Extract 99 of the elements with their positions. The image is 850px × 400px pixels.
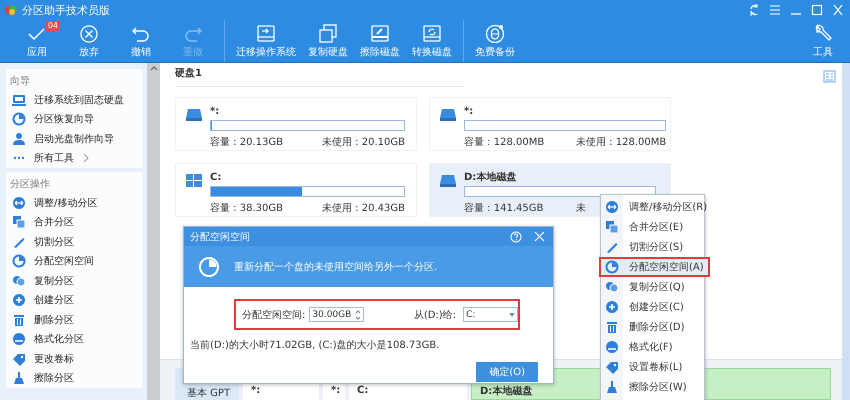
pie-icon <box>198 256 220 278</box>
copy-disk-icon <box>317 23 339 43</box>
toolbar-button[interactable]: 复制硬盘 <box>305 20 351 62</box>
toolbar-button[interactable]: 免费备份 <box>472 20 518 62</box>
add-icon <box>605 300 619 314</box>
dialog-title: 分配空闲空间 <box>190 230 250 244</box>
drive-icon <box>440 108 456 121</box>
tools-button[interactable]: 工具 <box>800 20 846 62</box>
tag-icon <box>12 352 26 366</box>
menu-item[interactable]: 切割分区(S) <box>601 237 704 257</box>
sidebar-item[interactable]: 所有工具 <box>6 148 144 168</box>
partition-name: C: <box>210 172 222 184</box>
menu-item[interactable]: 格式化(F) <box>601 337 704 357</box>
sidebar-item[interactable]: 擦除分区 <box>6 368 144 388</box>
capacity-text: 容量 : 38.30GB <box>210 202 283 215</box>
partition-name: *: <box>210 106 220 118</box>
toolbar-button[interactable]: 迁移操作系统 <box>233 20 299 62</box>
menu-icon[interactable] <box>769 3 781 17</box>
sidebar-item[interactable]: 格式化分区 <box>6 330 144 349</box>
capacity-text: 容量 : 141.45GB <box>464 202 544 215</box>
toolbar-button[interactable]: 应用 04 <box>14 20 60 62</box>
caret-icon <box>508 312 515 316</box>
sidebar-item[interactable]: 合并分区 <box>6 212 144 232</box>
close-icon[interactable] <box>832 3 844 17</box>
capacity-text: 容量 : 128.00MB <box>464 136 544 149</box>
windows-icon <box>186 174 202 187</box>
toolbar-button[interactable]: 撤销 <box>118 20 164 62</box>
partition-name: D:本地磁盘 <box>464 172 518 184</box>
menu-item[interactable]: 分配空闲空间(A) <box>599 257 710 277</box>
merge-icon <box>605 220 619 234</box>
menu-item[interactable]: 删除分区(D) <box>601 317 704 337</box>
partition-card[interactable]: *: 容量 : 128.00MB 未使用 : 128.00MB <box>429 97 671 151</box>
layout-icon[interactable] <box>823 70 836 83</box>
sidebar-item[interactable]: 启动光盘制作向导 <box>6 129 144 148</box>
trash-icon <box>12 312 26 327</box>
spinner-icon <box>355 310 362 320</box>
close-icon[interactable] <box>534 231 545 242</box>
section-title: 分区操作 <box>9 178 51 192</box>
refresh-icon[interactable] <box>748 3 760 17</box>
brush-icon <box>12 371 26 386</box>
toolbar-button[interactable]: 转换磁盘 <box>409 20 455 62</box>
menu-item[interactable]: 复制分区(Q) <box>601 277 704 297</box>
partition-name: *: <box>464 106 474 118</box>
monitor-icon <box>12 92 26 107</box>
menu-item[interactable]: 合并分区(E) <box>601 217 704 237</box>
resize-icon <box>12 196 26 210</box>
sidebar-item[interactable]: 删除分区 <box>6 310 144 330</box>
capacity-text: 容量 : 20.13GB <box>210 136 283 149</box>
dialog-description: 重新分配一个盘的未使用空间给另外一个分区. <box>234 260 438 274</box>
copy-icon <box>605 280 619 294</box>
tag-icon <box>605 360 619 374</box>
app-logo-icon <box>4 3 18 17</box>
pie-icon <box>605 260 619 274</box>
info-text: 当前(D:)的大小时71.02GB, (C:)盘的大小是108.73GB. <box>190 338 440 352</box>
sidebar-item[interactable]: 调整/移动分区 <box>6 193 144 212</box>
brush-icon <box>605 380 619 394</box>
unused-text: 未使用 : 128.00MB <box>576 136 666 149</box>
add-icon <box>12 293 26 308</box>
resize-icon <box>605 200 619 214</box>
knife-icon <box>605 240 619 254</box>
field-label: 分配空闲空间: <box>242 308 306 322</box>
toolbar-button[interactable]: 放弃 <box>66 20 112 62</box>
sidebar-item[interactable]: 更改卷标 <box>6 349 144 368</box>
partition-card[interactable]: *: 容量 : 20.13GB 未使用 : 20.10GB <box>175 97 417 151</box>
drive-icon <box>186 108 202 121</box>
pie-icon <box>12 254 26 268</box>
cancel-icon <box>78 23 100 43</box>
unused-text: 未使用 : 20.43GB <box>322 202 405 215</box>
copy-icon <box>12 274 26 288</box>
toolbar-button[interactable]: 擦除磁盘 <box>357 20 403 62</box>
sidebar-item[interactable]: 分配空闲空间 <box>6 252 144 271</box>
count-badge: 04 <box>46 21 60 31</box>
format-icon <box>12 332 26 346</box>
unused-text: 未使用 : 20.10GB <box>322 136 405 149</box>
section-title: 向导 <box>9 75 31 89</box>
unused-text: 未 <box>576 202 586 215</box>
sidebar-item[interactable]: 切割分区 <box>6 232 144 252</box>
merge-icon <box>12 215 26 230</box>
menu-item[interactable]: 擦除分区(W) <box>601 377 704 397</box>
sidebar-item[interactable]: 分区恢复向导 <box>6 110 144 129</box>
target-dropdown[interactable]: C: <box>463 307 518 322</box>
scroll-up-icon[interactable] <box>150 65 158 71</box>
format-icon <box>605 340 619 354</box>
window-title: 分区助手技术员版 <box>22 2 110 18</box>
field-label: 从(D:)给: <box>414 308 456 322</box>
drive-icon <box>440 174 456 187</box>
person-icon <box>12 132 26 146</box>
sidebar-item[interactable]: 迁移系统到固态硬盘 <box>6 90 144 110</box>
help-icon[interactable] <box>510 230 522 242</box>
sidebar-item[interactable]: 复制分区 <box>6 271 144 290</box>
partition-card[interactable]: C: 容量 : 38.30GB 未使用 : 20.43GB <box>175 163 417 217</box>
pie-icon <box>12 112 26 126</box>
menu-item[interactable]: 创建分区(C) <box>601 297 704 317</box>
backup-icon <box>484 23 506 43</box>
disk-title: 硬盘1 <box>175 66 465 87</box>
size-input[interactable]: 30.00GB <box>309 307 364 322</box>
trash-icon <box>605 320 619 334</box>
sidebar-item[interactable]: 创建分区 <box>6 290 144 310</box>
maximize-icon[interactable] <box>811 3 823 17</box>
